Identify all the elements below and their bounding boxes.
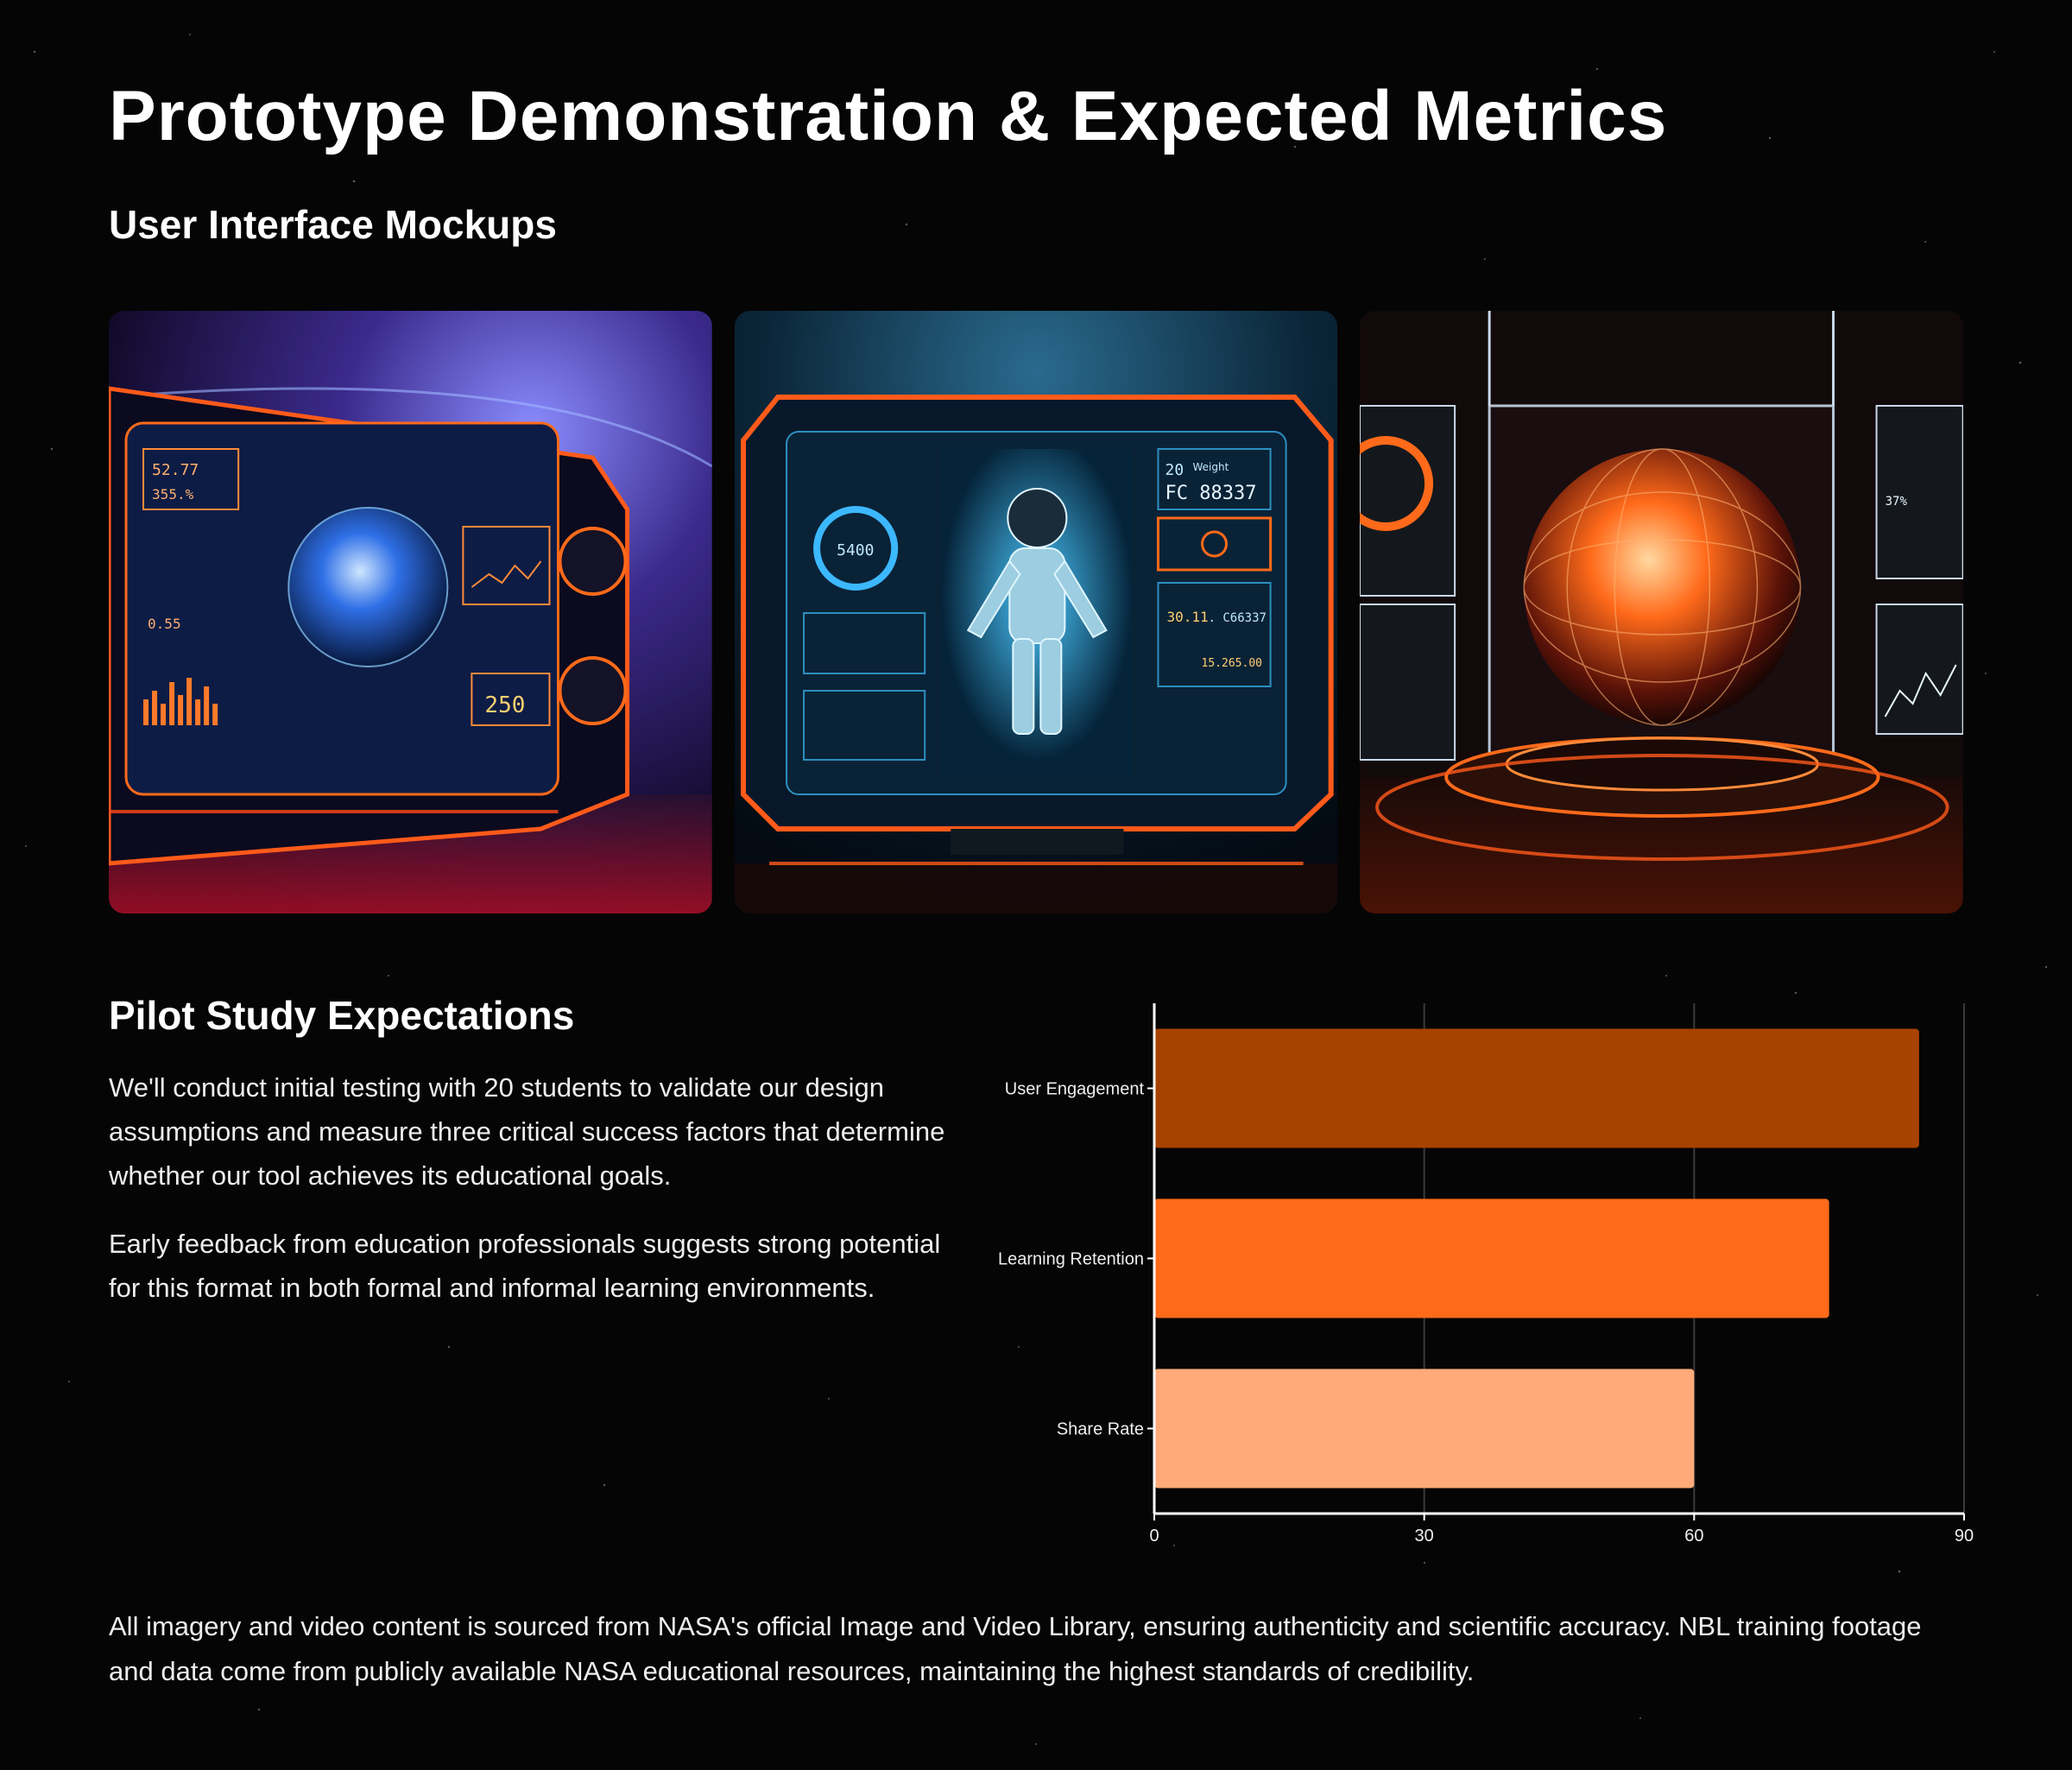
pilot-paragraph-1: We'll conduct initial testing with 20 st…	[109, 1072, 945, 1191]
readout-4: 250	[484, 692, 525, 718]
readout-2: 355.%	[152, 486, 194, 503]
mockup-earth-dashboard: 52.77 355.% 0.55 250	[109, 311, 712, 913]
mockups-heading: User Interface Mockups	[109, 202, 557, 247]
pilot-paragraph-2: Early feedback from education profession…	[109, 1229, 941, 1303]
source-note: All imagery and video content is sourced…	[109, 1611, 1922, 1686]
console-readout-152: 15.265.00	[1201, 657, 1261, 670]
page-title: Prototype Demonstration & Expected Metri…	[109, 77, 1668, 155]
y-tick-label: Share Rate	[1057, 1420, 1144, 1439]
mockup-astronaut-console: 5400 20 Weight FC 88337 30.11 . C66337 1…	[734, 311, 1338, 913]
x-tick-label: 60	[1684, 1527, 1703, 1546]
x-tick-label: 30	[1415, 1527, 1434, 1546]
console-readout-30: 30.11	[1166, 609, 1208, 625]
y-tick-label: Learning Retention	[998, 1250, 1144, 1269]
x-tick-label: 90	[1955, 1527, 1974, 1546]
mockup-hologram-globe: 37%	[1360, 311, 1964, 913]
bar-chart-svg: User Engagement Learning Retention Share R…	[998, 1003, 1974, 1546]
bar-share-rate	[1154, 1369, 1695, 1489]
console-readout-weight: Weight	[1192, 461, 1229, 473]
console-readout-5400: 5400	[837, 541, 874, 559]
hologram-globe-image: 37%	[1360, 311, 1964, 913]
console-readout-c66: . C66337	[1208, 611, 1266, 625]
readout-1: 52.77	[152, 461, 199, 479]
pilot-metrics-chart: User Engagement Learning Retention Share R…	[858, 993, 1998, 1554]
bar-user-engagement	[1154, 1028, 1919, 1148]
earth-dashboard-image: 52.77 355.% 0.55 250	[109, 311, 712, 913]
console-readout-20: 20	[1165, 461, 1184, 479]
y-tick-label: User Engagement	[1005, 1080, 1145, 1099]
console-readout-fc: FC 88337	[1165, 483, 1256, 504]
pilot-description: We'll conduct initial testing with 20 st…	[109, 1065, 963, 1334]
x-tick-label: 0	[1149, 1527, 1159, 1546]
hologram-readout: 37%	[1886, 495, 1908, 509]
mockup-gallery: 52.77 355.% 0.55 250 5400 20 Weight FC 8…	[109, 311, 1964, 913]
readout-3: 0.55	[148, 616, 181, 632]
astronaut-console-image: 5400 20 Weight FC 88337 30.11 . C66337 1…	[734, 311, 1338, 913]
pilot-heading: Pilot Study Expectations	[109, 993, 575, 1038]
bar-learning-retention	[1154, 1198, 1829, 1318]
